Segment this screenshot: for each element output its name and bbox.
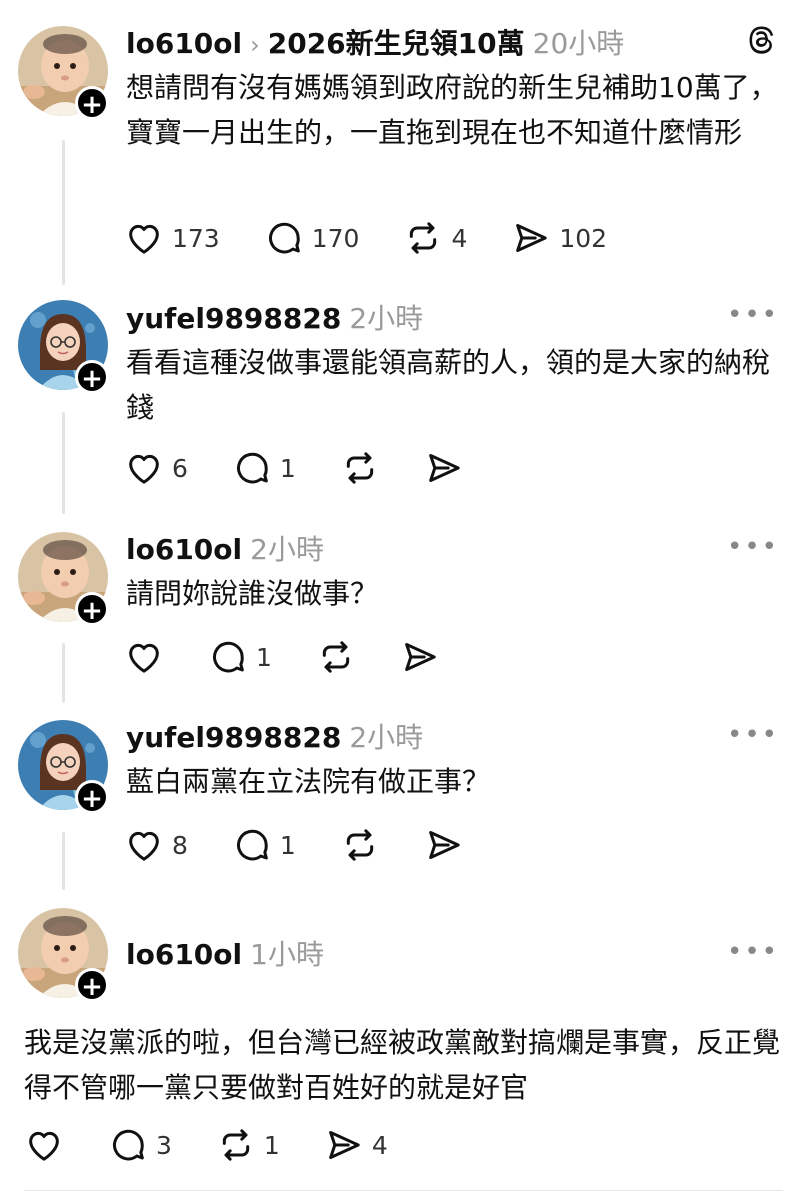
timestamp: 2小時: [349, 302, 424, 335]
repost-count: 1: [263, 1130, 280, 1160]
action-bar: 8 1: [124, 825, 508, 865]
like-button[interactable]: [124, 637, 164, 677]
username[interactable]: lo610ol: [126, 533, 242, 566]
comment-icon: [108, 1125, 148, 1165]
like-button[interactable]: 173: [124, 218, 220, 258]
share-count: 102: [559, 223, 608, 253]
reply-count: 1: [279, 830, 296, 860]
repost-icon: [340, 825, 380, 865]
follow-plus-icon[interactable]: +: [75, 780, 109, 814]
username[interactable]: yufel9898828: [126, 302, 341, 335]
follow-plus-icon[interactable]: +: [75, 592, 109, 626]
reply-count: 1: [256, 642, 272, 672]
heart-icon: [24, 1125, 64, 1165]
repost-icon: [340, 448, 380, 488]
reply-button[interactable]: 1: [232, 825, 296, 865]
timestamp: 1小時: [250, 938, 324, 971]
reply-count: 170: [311, 223, 360, 253]
chevron-right-icon: ›: [250, 31, 260, 59]
post-text: 請問妳說誰沒做事？: [126, 577, 379, 610]
thread-line: [62, 643, 65, 703]
post-text: 想請問有沒有媽媽領到政府說的新生兒補助10萬了，寶寶一月出生的，一直拖到現在也不…: [126, 71, 778, 149]
timestamp: 2小時: [349, 721, 424, 754]
post-text: 藍白兩黨在立法院有做正事？: [126, 765, 491, 798]
post-text: 看看這種沒做事還能領高薪的人，領的是大家的納稅錢: [126, 346, 771, 424]
comment-icon: [232, 825, 272, 865]
share-button[interactable]: 4: [324, 1125, 388, 1165]
send-icon: [511, 218, 551, 258]
comment-icon: [232, 448, 272, 488]
share-button[interactable]: 102: [511, 218, 607, 258]
reply-button[interactable]: 1: [208, 637, 272, 677]
reply-count: 3: [156, 1130, 172, 1160]
username[interactable]: lo610ol: [126, 27, 242, 60]
thread-line: [62, 140, 65, 285]
follow-plus-icon[interactable]: +: [75, 360, 109, 394]
heart-icon: [124, 637, 164, 677]
repost-button[interactable]: [340, 825, 380, 865]
send-icon: [424, 448, 464, 488]
post-header: lo610ol 1小時: [126, 933, 324, 973]
like-count: 8: [172, 830, 188, 860]
username[interactable]: yufel9898828: [126, 721, 341, 754]
reply-button[interactable]: 1: [232, 448, 296, 488]
reply-button[interactable]: 3: [108, 1125, 172, 1165]
timestamp: 2小時: [250, 533, 324, 566]
like-button[interactable]: 8: [124, 825, 188, 865]
more-icon[interactable]: •••: [727, 300, 779, 330]
action-bar: 173 170 4 102: [124, 218, 651, 258]
post-header: lo610ol › 2026新生兒領10萬 20小時: [126, 22, 624, 62]
more-icon[interactable]: •••: [727, 532, 779, 562]
action-bar: 1: [124, 637, 484, 677]
like-count: 6: [172, 453, 188, 483]
reply-count: 1: [279, 453, 296, 483]
timestamp: 20小時: [532, 27, 625, 60]
post-text: 我是沒黨派的啦，但台灣已經被政黨敵對搞爛是事實，反正覺得不管哪一黨只要做對百姓好…: [24, 1026, 781, 1104]
follow-plus-icon[interactable]: +: [75, 968, 109, 1002]
topic-tag[interactable]: 2026新生兒領10萬: [268, 27, 525, 60]
action-bar: 6 1: [124, 448, 508, 488]
comment-icon: [208, 637, 248, 677]
send-icon: [324, 1125, 364, 1165]
repost-icon: [403, 218, 443, 258]
like-button[interactable]: [24, 1125, 64, 1165]
heart-icon: [124, 448, 164, 488]
post-header: yufel9898828 2小時: [126, 716, 423, 756]
share-count: 4: [371, 1130, 388, 1160]
repost-icon: [316, 637, 356, 677]
heart-icon: [124, 825, 164, 865]
send-icon: [400, 637, 440, 677]
repost-button[interactable]: 1: [216, 1125, 280, 1165]
thread-line: [62, 832, 65, 890]
follow-plus-icon[interactable]: +: [75, 86, 109, 120]
repost-button[interactable]: 4: [403, 218, 467, 258]
heart-icon: [124, 218, 164, 258]
divider: [24, 1190, 783, 1191]
repost-button[interactable]: [316, 637, 356, 677]
repost-button[interactable]: [340, 448, 380, 488]
more-icon[interactable]: •••: [727, 937, 779, 967]
like-count: 173: [172, 223, 220, 253]
thread-line: [62, 412, 65, 514]
share-button[interactable]: [400, 637, 440, 677]
share-button[interactable]: [424, 448, 464, 488]
comment-icon: [264, 218, 304, 258]
reply-button[interactable]: 170: [264, 218, 360, 258]
send-icon: [424, 825, 464, 865]
repost-icon: [216, 1125, 256, 1165]
repost-count: 4: [451, 223, 468, 253]
more-icon[interactable]: •••: [727, 720, 779, 750]
share-button[interactable]: [424, 825, 464, 865]
username[interactable]: lo610ol: [126, 938, 242, 971]
action-bar: 3 1 4: [24, 1125, 432, 1165]
post-header: yufel9898828 2小時: [126, 297, 423, 337]
like-button[interactable]: 6: [124, 448, 188, 488]
post-header: lo610ol 2小時: [126, 528, 324, 568]
threads-logo-icon[interactable]: [745, 22, 779, 60]
